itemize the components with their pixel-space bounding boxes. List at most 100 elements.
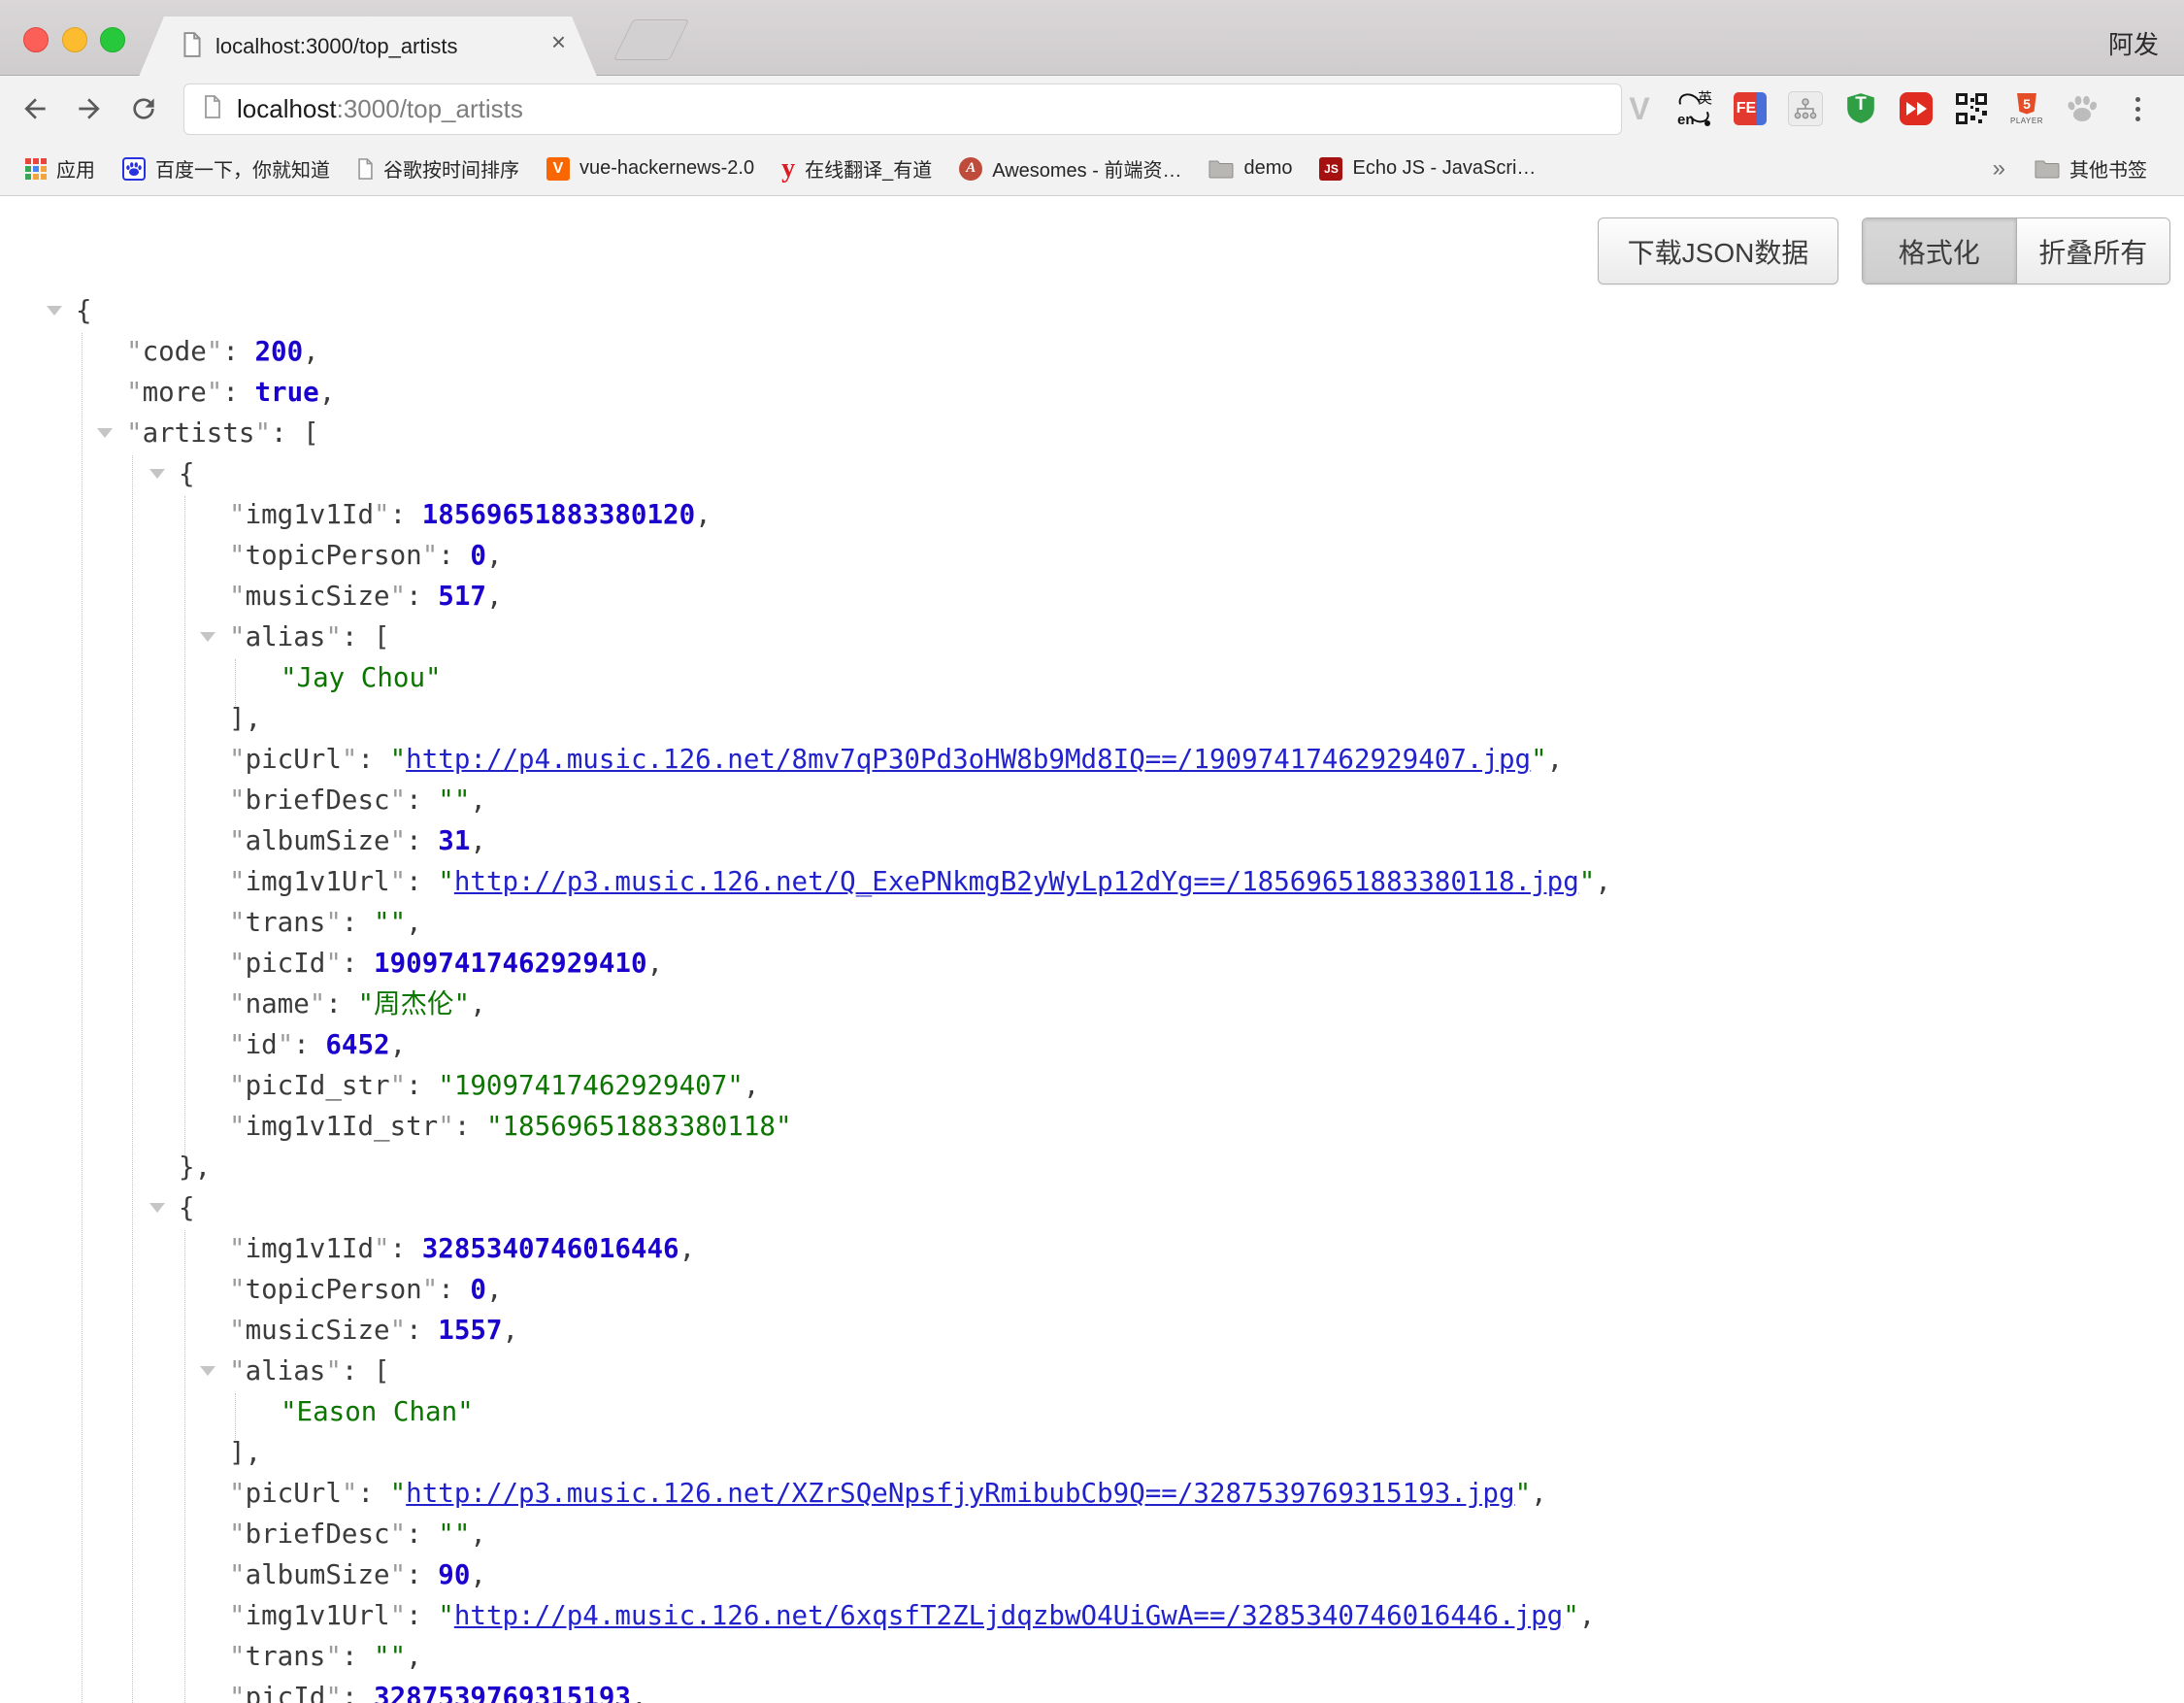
bookmark-item[interactable]: y 在线翻译_有道 — [781, 153, 932, 184]
json-line: "alias": [ — [0, 1351, 2184, 1391]
format-button[interactable]: 格式化 — [1863, 218, 2016, 284]
json-line: "trans": "", — [0, 902, 2184, 943]
download-json-button[interactable]: 下载JSON数据 — [1598, 217, 1838, 284]
url-document-icon — [204, 95, 221, 123]
bookmark-item[interactable]: Vvue-hackernews-2.0 — [546, 157, 754, 181]
bookmark-label: demo — [1243, 157, 1292, 180]
tampermonkey-shield-extension-icon[interactable]: T — [1843, 89, 1878, 128]
json-line: "picId": 19097417462929410, — [0, 943, 2184, 984]
json-line: "musicSize": 517, — [0, 576, 2184, 617]
json-url-link[interactable]: http://p4.music.126.net/8mv7qP30Pd3oHW8b… — [406, 744, 1531, 775]
collapse-arrow-icon[interactable] — [47, 306, 62, 316]
json-line: "picId": 3287539769315193, — [0, 1677, 2184, 1703]
json-line: { — [0, 453, 2184, 494]
other-bookmarks-folder[interactable]: 其他书签 — [2035, 154, 2147, 183]
back-button[interactable] — [16, 89, 54, 128]
bookmark-label: 应用 — [56, 154, 95, 183]
browser-profile-name[interactable]: 阿发 — [2108, 25, 2159, 61]
json-line: "albumSize": 90, — [0, 1554, 2184, 1595]
bookmark-label: vue-hackernews-2.0 — [579, 157, 754, 180]
view-mode-segmented-control: 格式化 折叠所有 — [1862, 217, 2170, 284]
fast-forward-extension-icon[interactable] — [1899, 89, 1934, 128]
close-window-button[interactable] — [23, 27, 49, 52]
youdao-icon: y — [781, 153, 795, 184]
tab-close-icon[interactable]: × — [551, 29, 566, 54]
bookmark-label: Echo JS - JavaScri… — [1352, 157, 1536, 180]
bookmark-label: 百度一下，你就知道 — [155, 154, 330, 183]
page-document-icon — [182, 32, 202, 62]
bookmark-item[interactable]: demo — [1208, 157, 1292, 180]
apps-grid-icon — [25, 158, 47, 180]
json-line: "topicPerson": 0, — [0, 535, 2184, 576]
json-tree-view: {"code": 200,"more": true,"artists": [{"… — [0, 290, 2184, 1703]
echojs-icon: JS — [1319, 157, 1342, 181]
json-line: "code": 200, — [0, 331, 2184, 372]
url-path-text: :3000/top_artists — [337, 94, 523, 123]
paw-extension-icon[interactable] — [2065, 89, 2100, 128]
vue-devtools-extension-icon[interactable]: V — [1622, 89, 1657, 128]
vue-bookmark-icon: V — [546, 157, 570, 181]
bookmark-label: 在线翻译_有道 — [805, 154, 932, 183]
json-url-link[interactable]: http://p3.music.126.net/Q_ExePNkmgB2yWyL… — [454, 866, 1579, 897]
bookmark-item[interactable]: 谷歌按时间排序 — [357, 154, 519, 183]
fe-extension-icon[interactable]: FE — [1733, 89, 1768, 128]
collapse-arrow-icon[interactable] — [149, 469, 165, 479]
translate-extension-icon[interactable]: 英 en — [1677, 89, 1712, 128]
browser-tab[interactable]: localhost:3000/top_artists × — [139, 17, 597, 77]
json-line: "name": "周杰伦", — [0, 984, 2184, 1024]
collapse-arrow-icon[interactable] — [97, 428, 113, 438]
json-line: "Eason Chan" — [0, 1391, 2184, 1432]
json-line: "alias": [ — [0, 617, 2184, 657]
bookmarks-overflow-chevron-icon[interactable]: » — [1993, 155, 2005, 183]
indent-guide — [82, 333, 83, 1703]
forward-button[interactable] — [70, 89, 109, 128]
sitemap-extension-icon[interactable] — [1788, 89, 1823, 128]
baidu-paw-icon — [122, 157, 146, 181]
new-tab-button[interactable] — [613, 19, 689, 60]
bookmark-item[interactable]: JS Echo JS - JavaScri… — [1319, 157, 1536, 181]
json-line: "Jay Chou" — [0, 657, 2184, 698]
fullscreen-window-button[interactable] — [100, 27, 125, 52]
indent-guide — [235, 1393, 236, 1440]
json-line: "picId_str": "19097417462929407", — [0, 1065, 2184, 1106]
indent-guide — [132, 455, 133, 1703]
json-url-link[interactable]: http://p3.music.126.net/XZrSQeNpsfjyRmib… — [406, 1478, 1514, 1509]
bookmark-item[interactable]: 应用 — [25, 154, 95, 183]
folder-icon — [2035, 158, 2060, 179]
window-titlebar: 阿发 localhost:3000/top_artists × — [0, 0, 2184, 76]
qr-code-extension-icon[interactable] — [1954, 89, 1989, 128]
json-line: "trans": "", — [0, 1636, 2184, 1677]
tab-title: localhost:3000/top_artists — [215, 34, 458, 59]
json-line: "picUrl": "http://p4.music.126.net/8mv7q… — [0, 739, 2184, 780]
collapse-all-button[interactable]: 折叠所有 — [2016, 218, 2170, 284]
bookmark-item[interactable]: 百度一下，你就知道 — [122, 154, 330, 183]
collapse-arrow-icon[interactable] — [149, 1203, 165, 1213]
json-line: { — [0, 290, 2184, 331]
minimize-window-button[interactable] — [62, 27, 87, 52]
indent-guide — [184, 496, 185, 1154]
address-bar[interactable]: localhost:3000/top_artists — [183, 83, 1622, 135]
bookmark-item[interactable]: A Awesomes - 前端资… — [959, 154, 1181, 183]
json-line: "img1v1Url": "http://p3.music.126.net/Q_… — [0, 861, 2184, 902]
collapse-arrow-icon[interactable] — [200, 632, 215, 642]
reload-button[interactable] — [124, 89, 163, 128]
json-line: }, — [0, 1147, 2184, 1187]
json-line: ], — [0, 698, 2184, 739]
awesomes-icon: A — [959, 157, 982, 181]
json-line: "briefDesc": "", — [0, 780, 2184, 820]
bookmark-label: Awesomes - 前端资… — [992, 154, 1181, 183]
json-url-link[interactable]: http://p4.music.126.net/6xqsfT2ZLjdqzbwO… — [454, 1600, 1563, 1631]
browser-toolbar: localhost:3000/top_artists V 英 en FE T — [0, 76, 2184, 142]
json-line: "more": true, — [0, 372, 2184, 413]
html5-player-extension-icon[interactable]: 5 PLAYER — [2009, 89, 2044, 128]
json-line: "musicSize": 1557, — [0, 1310, 2184, 1351]
browser-menu-icon[interactable] — [2120, 89, 2155, 128]
extensions-row: V 英 en FE T 5 PLAYER — [1622, 76, 2155, 142]
json-line: "topicPerson": 0, — [0, 1269, 2184, 1310]
collapse-arrow-icon[interactable] — [200, 1366, 215, 1376]
other-bookmarks-label: 其他书签 — [2069, 154, 2147, 183]
url-host-text: localhost — [237, 94, 337, 123]
page-icon — [357, 158, 374, 180]
json-line: "img1v1Id": 18569651883380120, — [0, 494, 2184, 535]
indent-guide — [235, 659, 236, 706]
